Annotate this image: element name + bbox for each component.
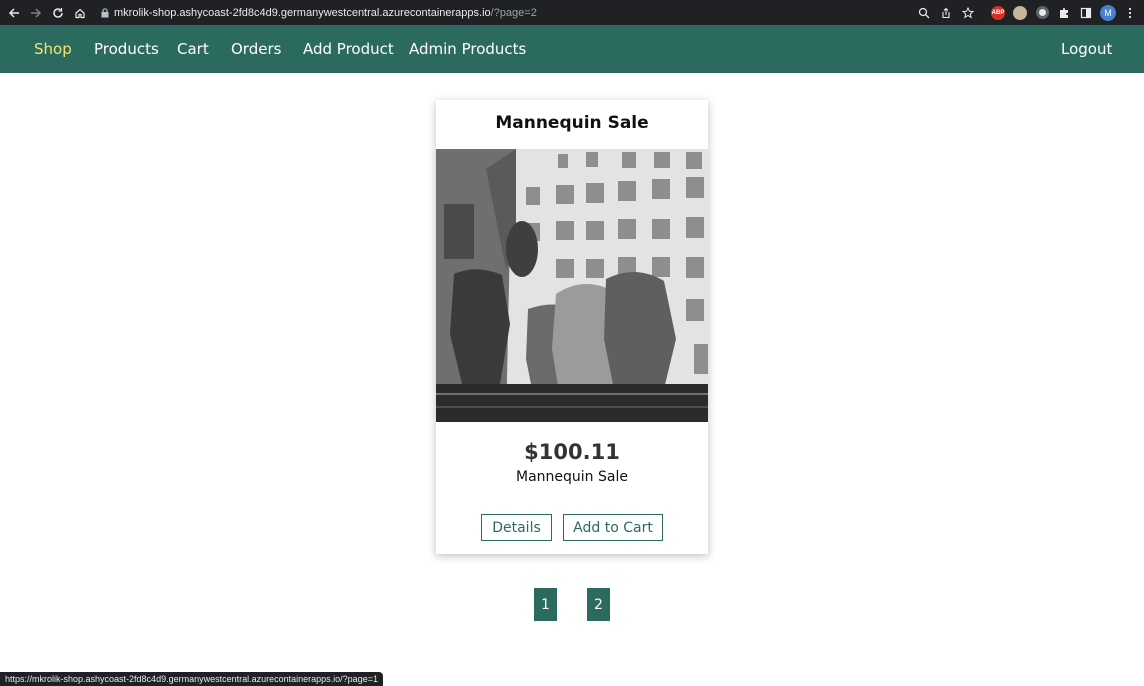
forward-icon[interactable] bbox=[25, 2, 47, 24]
product-price: $100.11 bbox=[524, 440, 620, 464]
share-icon[interactable] bbox=[938, 5, 954, 21]
bookmark-star-icon[interactable] bbox=[960, 5, 976, 21]
page-1-button[interactable]: 1 bbox=[534, 588, 557, 621]
extensions-puzzle-icon[interactable] bbox=[1056, 5, 1072, 21]
nav-add-product-link[interactable]: Add Product bbox=[303, 40, 394, 58]
url-path: /?page=2 bbox=[490, 6, 537, 19]
adblock-extension-icon[interactable]: ABP bbox=[990, 5, 1006, 21]
lock-icon[interactable] bbox=[96, 3, 114, 22]
main-nav: Shop Products Cart Orders Add Product Ad… bbox=[0, 25, 1144, 73]
profile-avatar[interactable]: M bbox=[1100, 4, 1116, 21]
nav-logout-link[interactable]: Logout bbox=[1061, 40, 1112, 58]
zoom-icon[interactable] bbox=[916, 5, 932, 21]
details-button[interactable]: Details bbox=[481, 514, 552, 541]
browser-toolbar: mkrolik-shop.ashycoast-2fd8c4d9.germanyw… bbox=[0, 0, 1144, 25]
add-to-cart-button[interactable]: Add to Cart bbox=[563, 514, 663, 541]
nav-products-link[interactable]: Products bbox=[94, 40, 159, 58]
link-status-bar: https://mkrolik-shop.ashycoast-2fd8c4d9.… bbox=[0, 672, 383, 686]
nav-orders-link[interactable]: Orders bbox=[231, 40, 281, 58]
dark-mode-extension-icon[interactable] bbox=[1034, 5, 1050, 21]
product-image bbox=[436, 149, 708, 422]
product-description: Mannequin Sale bbox=[516, 469, 628, 485]
nav-shop-link[interactable]: Shop bbox=[34, 40, 72, 58]
side-panel-icon[interactable] bbox=[1078, 5, 1094, 21]
product-card: Mannequin Sale $100.11 Mannequin Sale De… bbox=[436, 100, 708, 554]
reload-icon[interactable] bbox=[47, 2, 69, 24]
back-icon[interactable] bbox=[3, 2, 25, 24]
nav-cart-link[interactable]: Cart bbox=[177, 40, 209, 58]
nav-admin-products-link[interactable]: Admin Products bbox=[409, 40, 526, 58]
address-bar[interactable]: mkrolik-shop.ashycoast-2fd8c4d9.germanyw… bbox=[96, 3, 986, 22]
product-title: Mannequin Sale bbox=[495, 113, 649, 133]
home-icon[interactable] bbox=[69, 2, 91, 24]
extension-icon[interactable] bbox=[1012, 5, 1028, 21]
kebab-menu-icon[interactable] bbox=[1122, 5, 1138, 21]
page-2-button[interactable]: 2 bbox=[587, 588, 610, 621]
url-host: mkrolik-shop.ashycoast-2fd8c4d9.germanyw… bbox=[114, 6, 491, 19]
